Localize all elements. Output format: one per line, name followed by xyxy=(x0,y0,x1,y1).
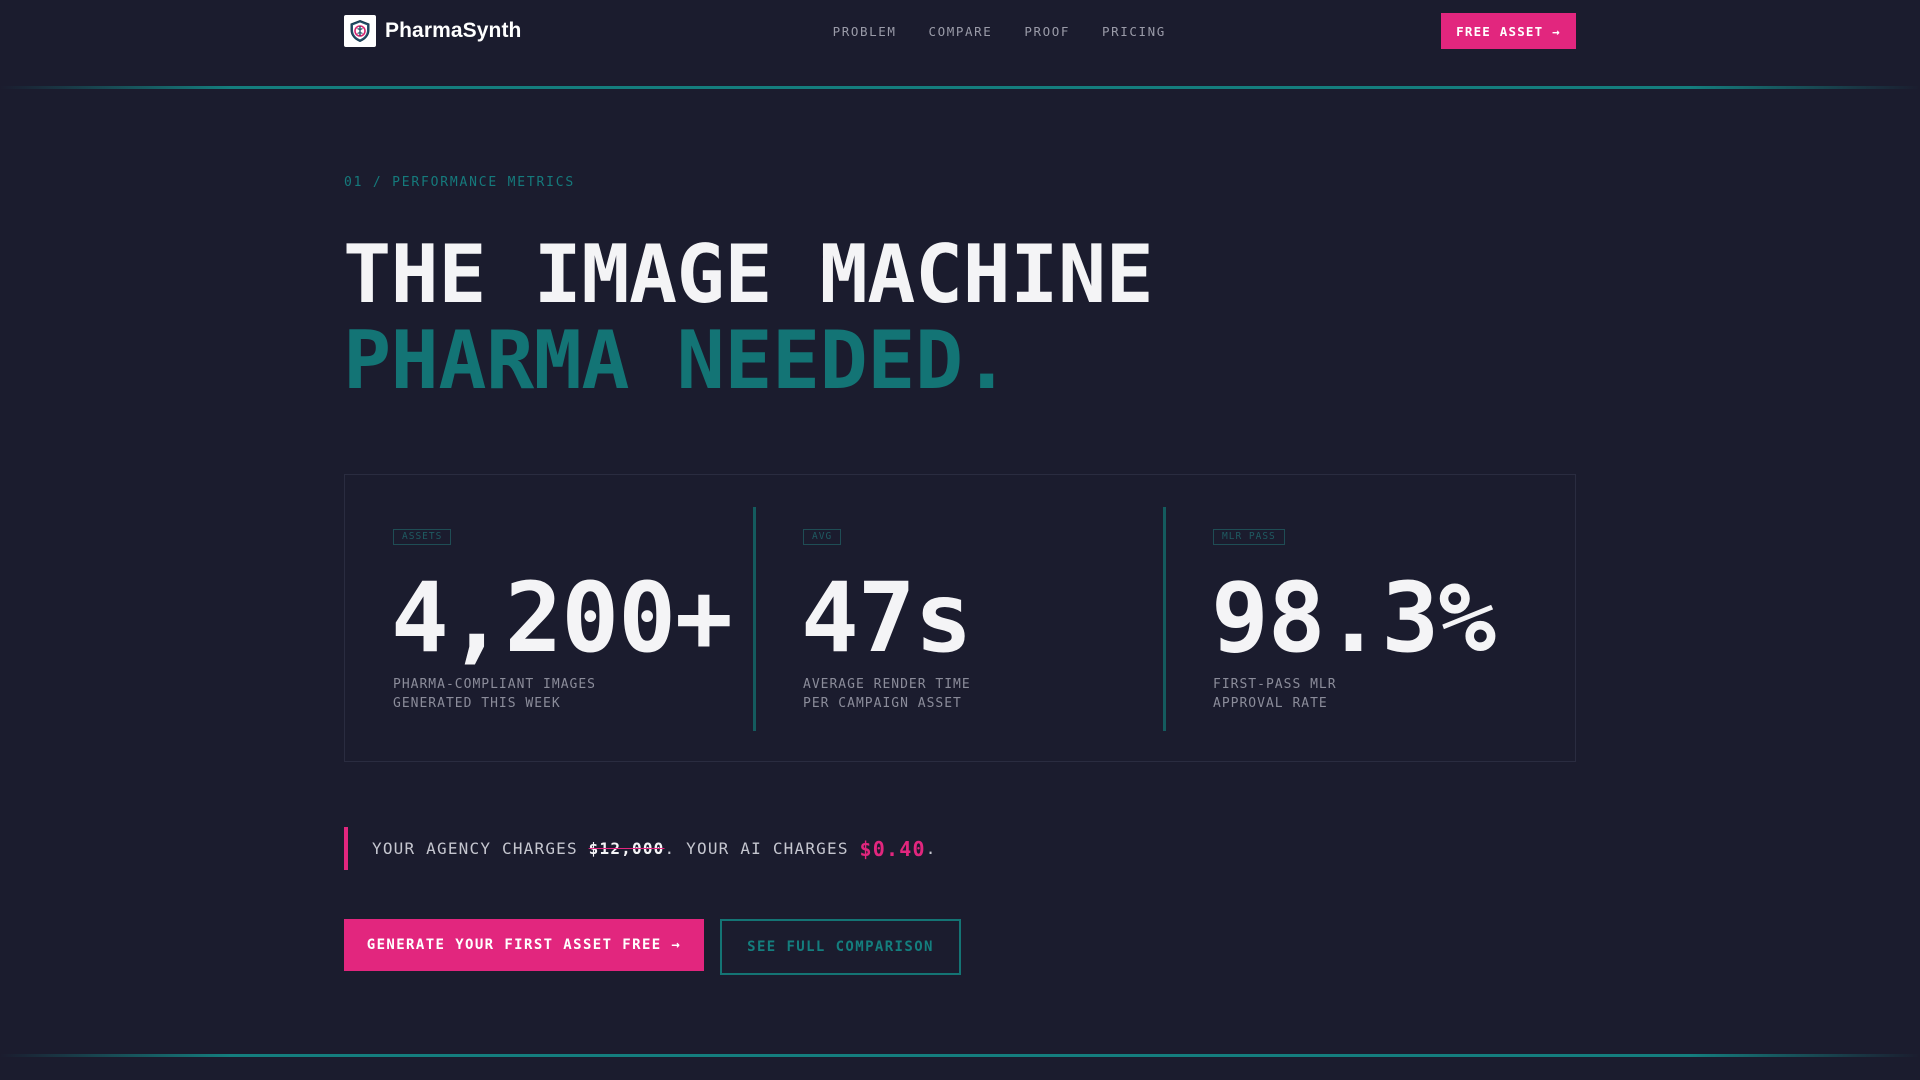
stat-description-line: APPROVAL RATE xyxy=(1213,696,1328,711)
stat-tag: AVG xyxy=(803,529,842,545)
main-nav: PROBLEM COMPARE PROOF PRICING xyxy=(833,24,1166,39)
stat-description-line: PER CAMPAIGN ASSET xyxy=(803,696,962,711)
brand-name: PharmaSynth xyxy=(385,19,522,42)
free-asset-button[interactable]: FREE ASSET → xyxy=(1440,13,1576,49)
generate-first-asset-button[interactable]: GENERATE YOUR FIRST ASSET FREE → xyxy=(344,919,704,971)
stat-description: PHARMA-COMPLIANT IMAGES GENERATED THIS W… xyxy=(393,675,713,713)
stat-value: 47s xyxy=(801,562,972,674)
stat-description-line: GENERATED THIS WEEK xyxy=(393,696,561,711)
stat-description: AVERAGE RENDER TIME PER CAMPAIGN ASSET xyxy=(803,675,1123,713)
section-eyebrow: 01 / PERFORMANCE METRICS xyxy=(344,175,576,190)
price-comparison-callout: YOUR AGENCY CHARGES $12,000. YOUR AI CHA… xyxy=(344,827,937,870)
bottom-divider-line xyxy=(0,1054,1920,1057)
stat-value: 98.3% xyxy=(1211,562,1496,674)
stat-value: 4,200+ xyxy=(391,562,733,674)
nav-link-compare[interactable]: COMPARE xyxy=(928,24,992,39)
comparison-middle: . YOUR AI CHARGES xyxy=(664,839,860,858)
nav-link-problem[interactable]: PROBLEM xyxy=(833,24,897,39)
stat-description-line: AVERAGE RENDER TIME xyxy=(803,677,971,692)
stat-render-time: AVG 47s AVERAGE RENDER TIME PER CAMPAIGN… xyxy=(755,475,1165,763)
comparison-prefix: YOUR AGENCY CHARGES xyxy=(372,839,589,858)
comparison-suffix: . xyxy=(925,839,937,858)
headline-line-1: THE IMAGE MACHINE xyxy=(343,228,1154,321)
stat-mlr-pass: MLR PASS 98.3% FIRST-PASS MLR APPROVAL R… xyxy=(1165,475,1575,763)
headline-line-2: PHARMA NEEDED. xyxy=(343,314,1011,407)
stat-description-line: PHARMA-COMPLIANT IMAGES xyxy=(393,677,597,692)
nav-link-proof[interactable]: PROOF xyxy=(1024,24,1070,39)
stat-description: FIRST-PASS MLR APPROVAL RATE xyxy=(1213,675,1533,713)
ai-price: $0.40 xyxy=(859,836,926,861)
stat-assets: ASSETS 4,200+ PHARMA-COMPLIANT IMAGES GE… xyxy=(345,475,755,763)
hero-headline: THE IMAGE MACHINE PHARMA NEEDED. xyxy=(343,228,1154,407)
stat-tag: ASSETS xyxy=(393,529,452,545)
stat-description-line: FIRST-PASS MLR xyxy=(1213,677,1337,692)
stat-tag: MLR PASS xyxy=(1213,529,1285,545)
top-divider-line xyxy=(0,86,1920,89)
stats-panel: ASSETS 4,200+ PHARMA-COMPLIANT IMAGES GE… xyxy=(344,474,1576,762)
top-navbar: PharmaSynth PROBLEM COMPARE PROOF PRICIN… xyxy=(344,0,1576,62)
see-full-comparison-button[interactable]: SEE FULL COMPARISON xyxy=(720,919,961,975)
shield-caduceus-icon xyxy=(344,15,376,47)
agency-price: $12,000 xyxy=(588,839,665,858)
brand[interactable]: PharmaSynth xyxy=(344,15,521,47)
nav-link-pricing[interactable]: PRICING xyxy=(1102,24,1166,39)
